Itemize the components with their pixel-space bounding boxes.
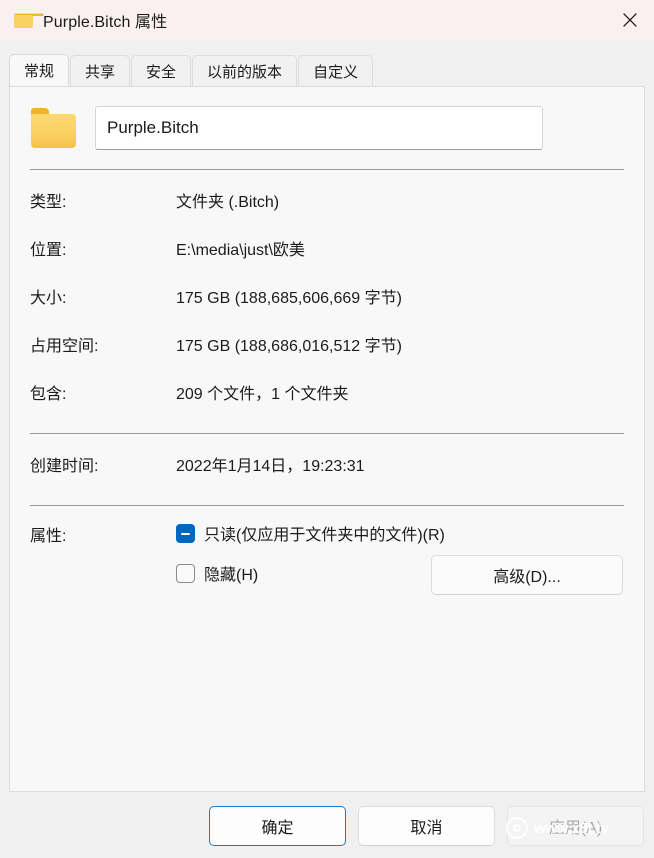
close-button[interactable]	[606, 0, 654, 40]
cancel-button[interactable]: 取消	[358, 806, 495, 846]
title-bar: Purple.Bitch 属性	[0, 0, 654, 40]
apply-button-label: 应用(A)	[548, 820, 603, 837]
folder-name-input[interactable]	[95, 106, 543, 150]
ok-button-label: 确定	[261, 820, 294, 837]
tab-previous-versions[interactable]: 以前的版本	[192, 55, 298, 86]
row-type-label: 类型:	[30, 194, 67, 211]
readonly-checkbox[interactable]	[176, 523, 195, 543]
ok-button[interactable]: 确定	[209, 806, 346, 846]
created-rows: 创建时间: 2022年1月14日，19:23:31	[10, 434, 644, 486]
footer-button-group: 确定 取消 应用(A)	[209, 806, 644, 846]
folder-icon-large	[30, 107, 78, 149]
tab-sharing-label: 共享	[85, 63, 116, 81]
row-location-label: 位置:	[30, 242, 67, 259]
folder-name-row	[10, 87, 644, 150]
hidden-label: 隐藏(H)	[204, 567, 259, 584]
row-created-value: 2022年1月14日，19:23:31	[176, 458, 365, 475]
row-size-on-disk: 占用空间: 175 GB (188,686,016,512 字节)	[10, 318, 644, 366]
row-created: 创建时间: 2022年1月14日，19:23:31	[10, 438, 644, 486]
general-tab-panel: 类型: 文件夹 (.Bitch) 位置: E:\media\just\欧美 大小…	[9, 86, 645, 792]
hidden-checkbox[interactable]	[176, 563, 195, 583]
row-size-value: 175 GB (188,685,606,669 字节)	[176, 290, 402, 307]
tab-general[interactable]: 常规	[9, 54, 70, 86]
tab-previous-versions-label: 以前的版本	[207, 63, 283, 81]
cancel-button-label: 取消	[410, 820, 443, 837]
property-rows: 类型: 文件夹 (.Bitch) 位置: E:\media\just\欧美 大小…	[10, 170, 644, 414]
folder-icon	[14, 12, 44, 28]
row-location-value: E:\media\just\欧美	[176, 242, 305, 259]
row-size-on-disk-label: 占用空间:	[30, 338, 99, 355]
row-location: 位置: E:\media\just\欧美	[10, 222, 644, 270]
dialog-footer: 确定 取消 应用(A)	[0, 792, 654, 858]
advanced-button[interactable]: 高级(D)...	[431, 555, 623, 595]
tab-customize-label: 自定义	[313, 63, 359, 81]
divider-bottom	[30, 505, 624, 506]
tab-general-label: 常规	[24, 63, 55, 80]
attribute-readonly[interactable]: 只读(仅应用于文件夹中的文件)(R)	[176, 513, 624, 553]
row-type: 类型: 文件夹 (.Bitch)	[10, 174, 644, 222]
apply-button: 应用(A)	[507, 806, 644, 846]
tab-security-label: 安全	[146, 63, 177, 81]
attributes-label: 属性:	[30, 528, 67, 545]
readonly-label: 只读(仅应用于文件夹中的文件)(R)	[204, 527, 445, 544]
window-title: Purple.Bitch 属性	[43, 14, 168, 31]
row-contains: 包含: 209 个文件，1 个文件夹	[10, 366, 644, 414]
attributes-section: 属性: 只读(仅应用于文件夹中的文件)(R) 隐藏(H) 高级(D)...	[10, 513, 644, 595]
title-bar-left: Purple.Bitch 属性	[0, 8, 167, 32]
row-size-label: 大小:	[30, 290, 67, 307]
tab-customize[interactable]: 自定义	[298, 55, 374, 86]
row-created-label: 创建时间:	[30, 458, 99, 475]
close-icon	[622, 12, 638, 28]
tab-security[interactable]: 安全	[131, 55, 192, 86]
row-type-value: 文件夹 (.Bitch)	[176, 194, 280, 211]
row-contains-value: 209 个文件，1 个文件夹	[176, 386, 349, 403]
row-size: 大小: 175 GB (188,685,606,669 字节)	[10, 270, 644, 318]
tab-strip: 常规 共享 安全 以前的版本 自定义	[0, 54, 654, 86]
row-contains-label: 包含:	[30, 386, 67, 403]
row-size-on-disk-value: 175 GB (188,686,016,512 字节)	[176, 338, 402, 355]
tab-sharing[interactable]: 共享	[70, 55, 131, 86]
